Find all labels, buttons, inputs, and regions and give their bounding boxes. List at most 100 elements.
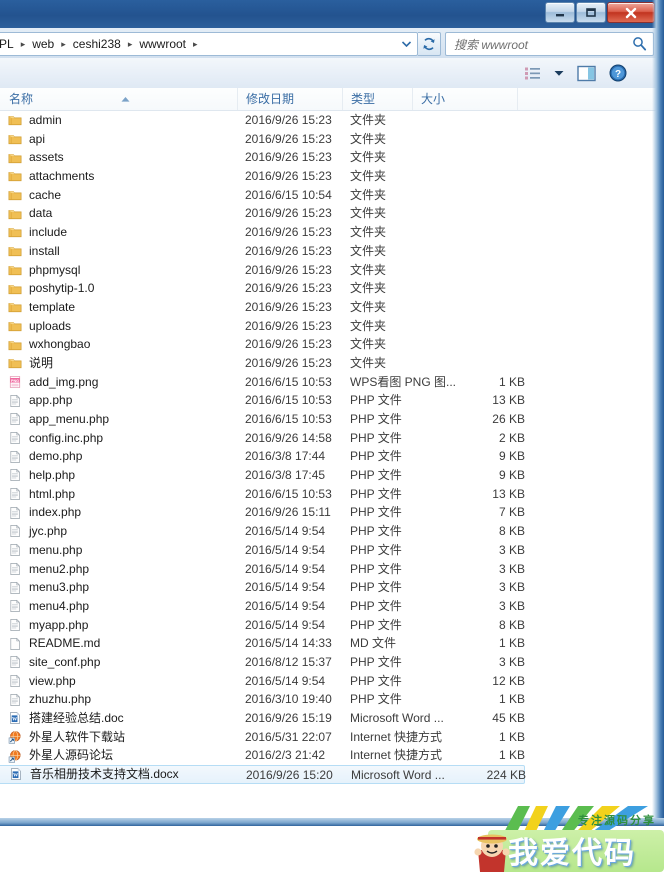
- sort-ascending-icon: [120, 90, 131, 108]
- view-dropdown-button[interactable]: [549, 60, 569, 86]
- table-row[interactable]: app.php 2016/6/15 10:53 PHP 文件 13 KB: [0, 391, 657, 410]
- file-size-cell: 3 KB: [498, 580, 525, 595]
- table-row[interactable]: api 2016/9/26 15:23 文件夹: [0, 130, 657, 149]
- table-row[interactable]: W 音乐相册技术支持文档.docx 2016/9/26 15:20 Microsoft…: [0, 765, 526, 784]
- internet-shortcut-icon: [8, 731, 21, 744]
- table-row[interactable]: attachments 2016/9/26 15:23 文件夹: [0, 167, 657, 186]
- file-type-cell: 文件夹: [350, 187, 387, 202]
- breadcrumb-item-2[interactable]: ceshi238: [71, 37, 123, 51]
- table-row[interactable]: README.md 2016/5/14 14:33 MD 文件 1 KB: [0, 634, 657, 653]
- file-name-label: wxhongbao: [29, 337, 91, 352]
- table-row[interactable]: demo.php 2016/3/8 17:44 PHP 文件 9 KB: [0, 447, 657, 466]
- table-row[interactable]: uploads 2016/9/26 15:23 文件夹: [0, 317, 657, 336]
- table-row[interactable]: 说明 2016/9/26 15:23 文件夹: [0, 354, 657, 373]
- file-name-cell: README.md: [8, 634, 100, 653]
- file-name-cell: PNG add_img.png: [8, 373, 98, 392]
- table-row[interactable]: site_conf.php 2016/8/12 15:37 PHP 文件 3 KB: [0, 653, 657, 672]
- address-dropdown-button[interactable]: [398, 35, 415, 52]
- php-file-icon: [10, 431, 21, 444]
- preview-pane-button[interactable]: [572, 60, 601, 86]
- toolbar: ?: [0, 58, 664, 89]
- table-row[interactable]: zhuzhu.php 2016/3/10 19:40 PHP 文件 1 KB: [0, 690, 657, 709]
- file-date-cell: 2016/9/26 15:23: [245, 243, 332, 258]
- file-size-cell: 12 KB: [492, 673, 525, 688]
- table-row[interactable]: html.php 2016/6/15 10:53 PHP 文件 13 KB: [0, 485, 657, 504]
- address-bar[interactable]: PL ▸ web ▸ ceshi238 ▸ wwwroot ▸: [0, 32, 418, 56]
- table-row[interactable]: menu.php 2016/5/14 9:54 PHP 文件 3 KB: [0, 541, 657, 560]
- table-row[interactable]: myapp.php 2016/5/14 9:54 PHP 文件 8 KB: [0, 616, 657, 635]
- table-row[interactable]: 外星人源码论坛 2016/2/3 21:42 Internet 快捷方式 1 KB: [0, 746, 657, 765]
- table-row[interactable]: admin 2016/9/26 15:23 文件夹: [0, 111, 657, 130]
- file-date-cell: 2016/6/15 10:53: [245, 374, 332, 389]
- file-name-cell: help.php: [8, 466, 75, 485]
- table-row[interactable]: wxhongbao 2016/9/26 15:23 文件夹: [0, 335, 657, 354]
- close-button[interactable]: [607, 2, 655, 23]
- preview-pane-icon: [577, 65, 596, 81]
- breadcrumb-item-0[interactable]: PL: [0, 37, 16, 51]
- folder-icon: [8, 153, 22, 163]
- file-date-cell: 2016/2/3 21:42: [245, 748, 326, 763]
- minimize-button[interactable]: [545, 2, 575, 23]
- file-name-cell: config.inc.php: [8, 429, 103, 448]
- file-date-cell: 2016/5/31 22:07: [245, 729, 332, 744]
- window-controls: [544, 2, 655, 23]
- table-row[interactable]: install 2016/9/26 15:23 文件夹: [0, 242, 657, 261]
- table-row[interactable]: 外星人软件下载站 2016/5/31 22:07 Internet 快捷方式 1 KB: [0, 728, 657, 747]
- refresh-button[interactable]: [418, 32, 441, 56]
- file-type-cell: PHP 文件: [350, 654, 402, 669]
- table-row[interactable]: view.php 2016/5/14 9:54 PHP 文件 12 KB: [0, 672, 657, 691]
- column-header-size[interactable]: 大小: [413, 88, 518, 110]
- file-type-cell: 文件夹: [350, 318, 387, 333]
- title-bar[interactable]: [0, 0, 664, 28]
- table-row[interactable]: menu3.php 2016/5/14 9:54 PHP 文件 3 KB: [0, 578, 657, 597]
- table-row[interactable]: assets 2016/9/26 15:23 文件夹: [0, 148, 657, 167]
- file-date-cell: 2016/9/26 15:23: [245, 318, 332, 333]
- table-row[interactable]: template 2016/9/26 15:23 文件夹: [0, 298, 657, 317]
- file-name-label: menu2.php: [29, 561, 90, 576]
- table-row[interactable]: cache 2016/6/15 10:54 文件夹: [0, 186, 657, 205]
- table-row[interactable]: phpmysql 2016/9/26 15:23 文件夹: [0, 261, 657, 280]
- search-input[interactable]: 搜索 wwwroot: [446, 36, 528, 53]
- table-row[interactable]: include 2016/9/26 15:23 文件夹: [0, 223, 657, 242]
- file-name-label: app_menu.php: [29, 412, 110, 426]
- file-name-label: admin: [29, 113, 62, 127]
- file-name-label: 外星人软件下载站: [29, 729, 126, 744]
- folder-icon: [8, 303, 22, 313]
- search-box[interactable]: 搜索 wwwroot: [445, 32, 654, 56]
- file-date-cell: 2016/5/14 9:54: [245, 561, 326, 576]
- file-rows: admin 2016/9/26 15:23 文件夹 api 2016/9/26 15:2…: [0, 111, 657, 784]
- folder-icon: [8, 247, 22, 257]
- table-row[interactable]: W 搭建经验总结.doc 2016/9/26 15:19 Microsoft Word…: [0, 709, 657, 728]
- file-size-cell: 224 KB: [486, 768, 526, 783]
- file-name-label: api: [29, 131, 46, 146]
- help-button[interactable]: ?: [604, 60, 632, 86]
- file-date-cell: 2016/9/26 15:23: [245, 113, 332, 127]
- file-date-cell: 2016/9/26 15:23: [245, 131, 332, 146]
- maximize-button[interactable]: [576, 2, 606, 23]
- file-type-cell: 文件夹: [350, 262, 387, 277]
- file-type-cell: 文件夹: [350, 281, 387, 296]
- file-date-cell: 2016/6/15 10:53: [245, 486, 332, 501]
- table-row[interactable]: config.inc.php 2016/9/26 14:58 PHP 文件 2 KB: [0, 429, 657, 448]
- svg-text:?: ?: [615, 69, 621, 80]
- table-row[interactable]: index.php 2016/9/26 15:11 PHP 文件 7 KB: [0, 503, 657, 522]
- table-row[interactable]: help.php 2016/3/8 17:45 PHP 文件 9 KB: [0, 466, 657, 485]
- file-name-label: install: [29, 243, 60, 258]
- breadcrumb-item-3[interactable]: wwwroot: [137, 37, 188, 51]
- word-file-icon: W: [10, 712, 20, 725]
- file-date-cell: 2016/9/26 14:58: [245, 430, 332, 445]
- breadcrumb-item-1[interactable]: web: [30, 37, 56, 51]
- file-name-label: attachments: [29, 169, 95, 184]
- file-type-cell: 文件夹: [350, 150, 387, 165]
- column-header-date[interactable]: 修改日期: [238, 88, 343, 110]
- table-row[interactable]: menu4.php 2016/5/14 9:54 PHP 文件 3 KB: [0, 597, 657, 616]
- table-row[interactable]: app_menu.php 2016/6/15 10:53 PHP 文件 26 KB: [0, 410, 657, 429]
- table-row[interactable]: data 2016/9/26 15:23 文件夹: [0, 204, 657, 223]
- view-options-button[interactable]: [519, 60, 546, 86]
- table-row[interactable]: poshytip-1.0 2016/9/26 15:23 文件夹: [0, 279, 657, 298]
- table-row[interactable]: PNG add_img.png 2016/6/15 10:53 WPS看图 PNG 图…: [0, 373, 657, 392]
- column-header-type[interactable]: 类型: [343, 88, 413, 110]
- file-type-cell: PHP 文件: [350, 561, 402, 576]
- table-row[interactable]: jyc.php 2016/5/14 9:54 PHP 文件 8 KB: [0, 522, 657, 541]
- table-row[interactable]: menu2.php 2016/5/14 9:54 PHP 文件 3 KB: [0, 560, 657, 579]
